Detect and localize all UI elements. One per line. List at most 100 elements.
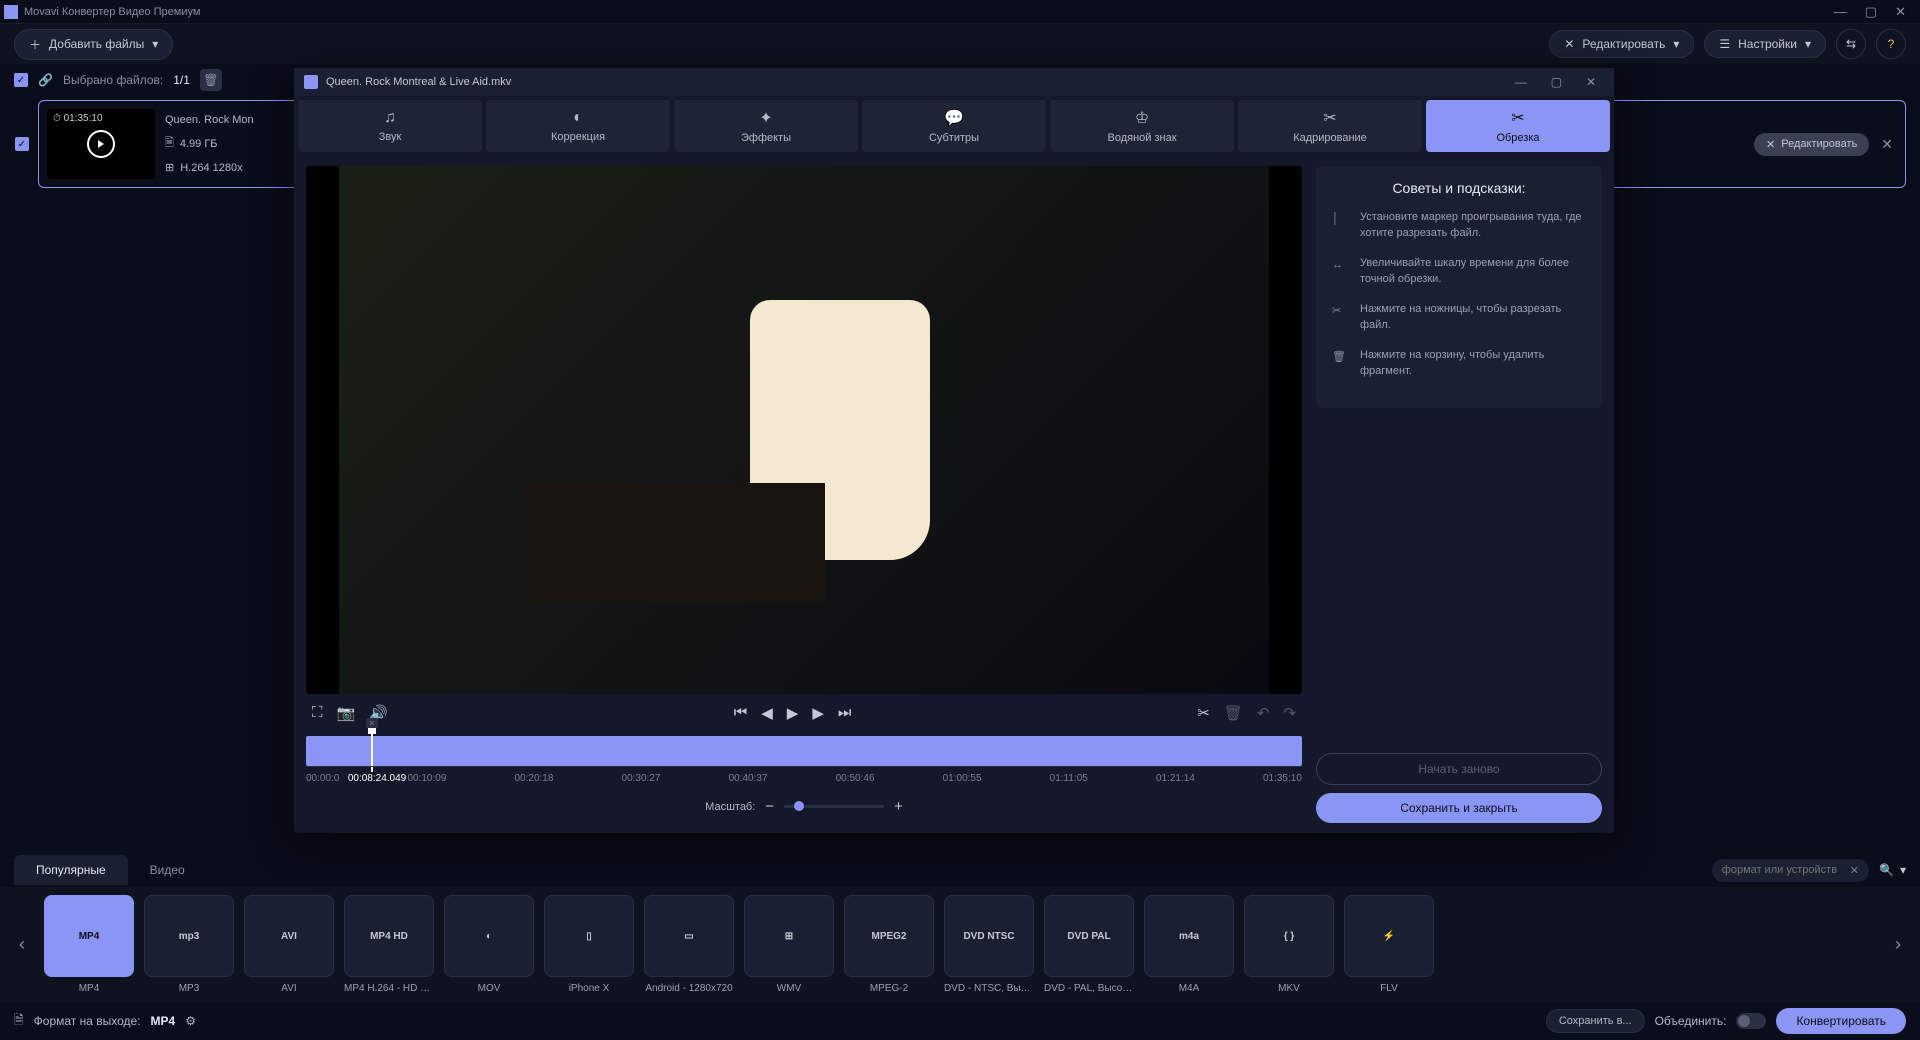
format-card[interactable]: ⚡FLV <box>1344 895 1434 994</box>
file-remove-button[interactable]: ✕ <box>1877 136 1897 153</box>
tab-popular[interactable]: Популярные <box>14 855 128 885</box>
timeline-tick: 01:35:10 <box>1263 773 1302 790</box>
editor-title: Queen. Rock Montreal & Live Aid.mkv <box>326 76 1499 88</box>
editor-minimize-button[interactable]: — <box>1507 75 1535 89</box>
save-close-button[interactable]: Сохранить и закрыть <box>1316 793 1602 823</box>
format-label: MPEG-2 <box>870 983 908 994</box>
editor-app-icon <box>304 75 318 89</box>
maximize-button[interactable]: ▢ <box>1865 4 1877 20</box>
format-card[interactable]: { }MKV <box>1244 895 1334 994</box>
skip-start-button[interactable]: ⏮ <box>734 704 748 722</box>
search-field[interactable]: ✕ <box>1712 859 1869 882</box>
format-badge: MP4 <box>44 895 134 977</box>
format-badge: DVD PAL <box>1044 895 1134 977</box>
share-button[interactable]: ⇆ <box>1836 29 1866 59</box>
zoom-controls: Масштаб: − + <box>306 790 1302 823</box>
format-card[interactable]: DVD PALDVD - PAL, Высокое ... <box>1044 895 1134 994</box>
output-format-value: MP4 <box>151 1014 176 1028</box>
format-card[interactable]: mp3MP3 <box>144 895 234 994</box>
help-button[interactable]: ? <box>1876 29 1906 59</box>
undo-button[interactable]: ↶ <box>1257 704 1270 722</box>
zoom-slider[interactable] <box>784 805 884 808</box>
tools-icon: ✕ <box>1564 37 1574 51</box>
format-card[interactable]: ◐MOV <box>444 895 534 994</box>
tab-trim[interactable]: ✂Обрезка <box>1426 100 1610 152</box>
file-checkbox[interactable]: ✓ <box>15 137 29 151</box>
search-clear-button[interactable]: ✕ <box>1850 864 1859 877</box>
tab-subtitles[interactable]: 💬Субтитры <box>862 100 1046 152</box>
tip-item: ✂Нажмите на ножницы, чтобы разрезать фай… <box>1332 302 1586 334</box>
delete-segment-button[interactable]: 🗑 <box>1224 704 1243 722</box>
format-card[interactable]: AVIAVI <box>244 895 334 994</box>
selection-count: 1/1 <box>173 73 190 87</box>
format-card[interactable]: m4aM4A <box>1144 895 1234 994</box>
edit-dropdown[interactable]: ✕ Редактировать ▾ <box>1549 30 1694 58</box>
timeline-tick: 01:00:55 <box>943 773 982 790</box>
settings-dropdown[interactable]: ☰ Настройки ▾ <box>1704 30 1826 58</box>
formats-prev-button[interactable]: ‹ <box>10 900 34 990</box>
settings-label: Настройки <box>1738 37 1797 51</box>
zoom-in-button[interactable]: + <box>894 798 903 815</box>
tab-correction[interactable]: ◐Коррекция <box>486 100 670 152</box>
editor-close-button[interactable]: ✕ <box>1578 75 1604 89</box>
file-size: 4.99 ГБ <box>180 138 218 150</box>
file-duration: ⏱ 01:35:10 <box>53 113 103 124</box>
format-card[interactable]: MPEG2 MPEG-2 <box>844 895 934 994</box>
format-card[interactable]: MP4MP4 <box>44 895 134 994</box>
search-input[interactable] <box>1722 864 1842 876</box>
tip-item: ↔Увеличивайте шкалу времени для более то… <box>1332 256 1586 288</box>
merge-toggle[interactable] <box>1736 1013 1766 1029</box>
format-card[interactable]: ▭Android - 1280x720 <box>644 895 734 994</box>
tab-watermark[interactable]: ♔Водяной знак <box>1050 100 1234 152</box>
format-badge: ◐ <box>444 895 534 977</box>
step-back-button[interactable]: ◀ <box>761 704 773 722</box>
format-label: DVD - NTSC, Высоко... <box>944 983 1034 994</box>
tab-audio[interactable]: ♫Звук <box>298 100 482 152</box>
redo-button[interactable]: ↷ <box>1283 704 1296 722</box>
format-badge: MPEG2 <box>844 895 934 977</box>
play-button[interactable]: ▶ <box>787 704 799 722</box>
delete-selected-button[interactable]: 🗑 <box>200 69 222 91</box>
chevron-down-icon: ▾ <box>152 37 158 51</box>
search-icon[interactable]: 🔍 <box>1879 863 1894 877</box>
format-card[interactable]: ▯iPhone X <box>544 895 634 994</box>
snapshot-button[interactable]: 📷 <box>337 704 356 722</box>
tab-crop[interactable]: ✂Кадрирование <box>1238 100 1422 152</box>
format-card[interactable]: DVD NTSCDVD - NTSC, Высоко... <box>944 895 1034 994</box>
editor-modal: Queen. Rock Montreal & Live Aid.mkv — ▢ … <box>294 68 1614 833</box>
gear-icon[interactable]: ⚙ <box>185 1014 196 1028</box>
skip-end-button[interactable]: ⏭ <box>838 704 852 722</box>
timeline-track[interactable]: × <box>306 736 1302 766</box>
zoom-thumb[interactable] <box>794 801 804 811</box>
step-forward-button[interactable]: ▶ <box>812 704 824 722</box>
editor-tabs: ♫Звук ◐Коррекция ✦Эффекты 💬Субтитры ♔Вод… <box>294 96 1614 156</box>
select-all-checkbox[interactable]: ✓ <box>14 73 28 87</box>
format-card[interactable]: ⊞WMV <box>744 895 834 994</box>
main-toolbar: ＋ Добавить файлы ▾ ✕ Редактировать ▾ ☰ Н… <box>0 24 1920 64</box>
close-button[interactable]: ✕ <box>1895 4 1906 20</box>
video-preview[interactable] <box>306 166 1302 694</box>
file-thumbnail[interactable]: ⏱ 01:35:10 <box>47 109 155 179</box>
cut-button[interactable]: ✂ <box>1197 704 1210 722</box>
sliders-icon: ☰ <box>1719 37 1730 51</box>
timeline[interactable]: × 00:08:24.049 00:00:000:10:0900:20:1800… <box>306 736 1302 790</box>
speech-icon: 💬 <box>944 108 964 128</box>
format-badge: ⚡ <box>1344 895 1434 977</box>
save-to-button[interactable]: Сохранить в... <box>1546 1009 1645 1033</box>
minimize-button[interactable]: — <box>1834 4 1847 20</box>
timeline-current-time: 00:08:24.049 <box>346 773 408 784</box>
editor-maximize-button[interactable]: ▢ <box>1543 75 1570 89</box>
format-card[interactable]: MP4 HDMP4 H.264 - HD 720p <box>344 895 434 994</box>
marker-close-icon[interactable]: × <box>366 718 378 728</box>
zoom-out-button[interactable]: − <box>765 798 774 815</box>
chevron-down-icon[interactable]: ▾ <box>1900 863 1906 877</box>
reset-button[interactable]: Начать заново <box>1316 753 1602 785</box>
convert-button[interactable]: Конвертировать <box>1776 1008 1906 1034</box>
file-edit-button[interactable]: ✕ Редактировать <box>1754 133 1869 156</box>
add-files-button[interactable]: ＋ Добавить файлы ▾ <box>14 29 173 60</box>
tab-video[interactable]: Видео <box>128 855 207 885</box>
fullscreen-button[interactable]: ⛶ <box>312 704 323 722</box>
tab-effects[interactable]: ✦Эффекты <box>674 100 858 152</box>
formats-next-button[interactable]: › <box>1886 900 1910 990</box>
format-badge: ▯ <box>544 895 634 977</box>
